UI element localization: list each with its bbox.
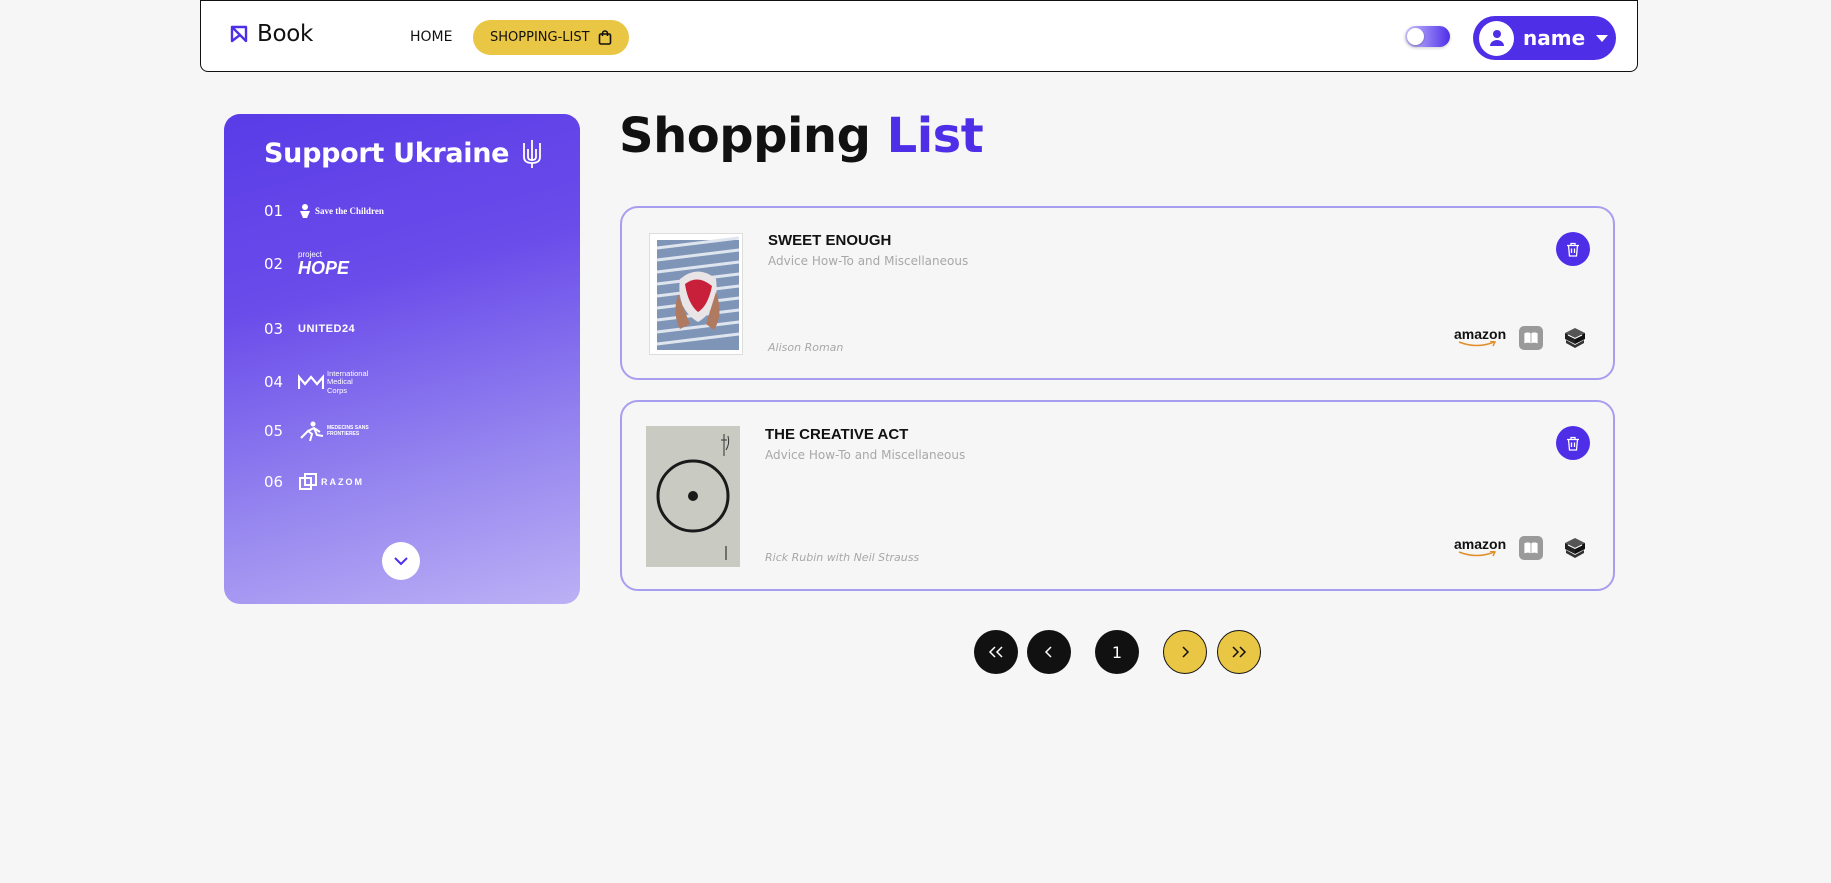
fund-name: HOPE xyxy=(298,258,350,278)
razom-mark-icon xyxy=(299,473,317,490)
user-name: name xyxy=(1523,26,1586,50)
project-hope-logo: project HOPE xyxy=(298,251,350,278)
trash-icon xyxy=(1567,436,1579,451)
user-menu-button[interactable]: name xyxy=(1473,16,1616,60)
toggle-knob xyxy=(1407,28,1424,45)
book-category: Advice How-To and Miscellaneous xyxy=(765,448,966,462)
last-page-button[interactable] xyxy=(1217,630,1261,674)
fund-name: International Medical Corps xyxy=(327,369,369,395)
bookshop-icon xyxy=(1565,328,1585,348)
book-logo-icon xyxy=(230,25,248,43)
scroll-down-button[interactable] xyxy=(382,542,420,580)
bookshop-link[interactable] xyxy=(1562,534,1588,560)
book-cover[interactable] xyxy=(646,426,740,567)
page-title: Shopping List xyxy=(619,108,984,164)
book-card: SWEET ENOUGH Advice How-To and Miscellan… xyxy=(620,206,1615,380)
razom-logo: RAZOM xyxy=(298,472,364,492)
book-category: Advice How-To and Miscellaneous xyxy=(768,254,969,268)
shopping-bag-icon xyxy=(598,30,611,45)
book-card: THE CREATIVE ACT Advice How-To and Misce… xyxy=(620,400,1615,591)
fund-item-project-hope[interactable]: 02 project HOPE xyxy=(264,251,350,278)
imc-mark-icon xyxy=(298,374,324,390)
page-number: 1 xyxy=(1111,642,1123,662)
first-page-button[interactable] xyxy=(974,630,1018,674)
chevron-down-icon xyxy=(394,556,408,565)
bookshop-link[interactable] xyxy=(1562,324,1588,350)
avatar xyxy=(1479,20,1514,56)
book-cover[interactable] xyxy=(649,233,743,355)
logo[interactable]: Book xyxy=(229,21,313,47)
delete-button[interactable] xyxy=(1556,232,1590,266)
apple-books-icon xyxy=(1519,536,1543,560)
fund-item-save-the-children[interactable]: 01 Save the Children xyxy=(264,202,384,220)
book-title: SWEET ENOUGH xyxy=(768,232,892,249)
chevron-left-icon xyxy=(1044,646,1052,658)
fund-name: MEDECINS SANS FRONTIERES xyxy=(327,425,369,437)
fund-number: 06 xyxy=(264,473,284,491)
amazon-logo: amazon xyxy=(1454,326,1507,347)
apple-books-link[interactable] xyxy=(1519,326,1543,350)
prev-page-button[interactable] xyxy=(1027,630,1071,674)
logo-text: Book xyxy=(257,21,314,47)
double-chevron-left-icon xyxy=(988,646,1003,658)
site-header: Book HOME SHOPPING-LIST name xyxy=(200,0,1638,72)
apple-books-icon xyxy=(1519,326,1543,350)
fund-name: Save the Children xyxy=(315,206,384,216)
fund-number: 03 xyxy=(264,320,284,338)
fund-number: 05 xyxy=(264,422,284,440)
support-ukraine-panel: Support Ukraine 01 Save the Children 02 … xyxy=(224,114,580,604)
title-part-2: List xyxy=(886,108,984,164)
fund-item-united24[interactable]: 03 UNITED24 xyxy=(264,320,355,338)
book-author: Rick Rubin with Neil Strauss xyxy=(765,551,920,564)
fund-number: 01 xyxy=(264,202,284,220)
amazon-text: amazon xyxy=(1454,326,1507,342)
nav-shopping-list-link[interactable]: SHOPPING-LIST xyxy=(473,20,629,55)
book-title: THE CREATIVE ACT xyxy=(765,426,909,443)
fund-number: 04 xyxy=(264,373,284,392)
amazon-link[interactable]: amazon xyxy=(1454,326,1507,347)
united24-logo: UNITED24 xyxy=(298,323,355,335)
fund-name: RAZOM xyxy=(321,477,364,487)
theme-toggle[interactable] xyxy=(1405,26,1450,47)
save-the-children-logo: Save the Children xyxy=(298,203,384,219)
nav-shopping-list-label: SHOPPING-LIST xyxy=(490,30,590,45)
next-page-button[interactable] xyxy=(1163,630,1207,674)
book-author: Alison Roman xyxy=(768,341,844,354)
fund-item-international-medical-corps[interactable]: 04 International Medical Corps xyxy=(264,369,373,395)
user-icon xyxy=(1489,30,1504,46)
title-part-1: Shopping xyxy=(619,108,871,164)
fund-item-msf[interactable]: 05 MEDECINS SANS FRONTIERES xyxy=(264,420,375,442)
ukraine-trident-icon xyxy=(523,139,542,168)
amazon-link[interactable]: amazon xyxy=(1454,536,1507,557)
chevron-right-icon xyxy=(1182,646,1190,658)
imc-logo: International Medical Corps xyxy=(298,369,373,395)
delete-button[interactable] xyxy=(1556,426,1590,460)
amazon-smile-icon xyxy=(1458,551,1496,557)
nav-home-link[interactable]: HOME xyxy=(410,29,452,45)
fund-number: 02 xyxy=(264,255,284,273)
support-ukraine-title: Support Ukraine xyxy=(264,138,543,169)
book-cover-image xyxy=(646,426,740,567)
msf-logo: MEDECINS SANS FRONTIERES xyxy=(298,420,375,442)
chevron-down-icon xyxy=(1596,34,1609,42)
apple-books-link[interactable] xyxy=(1519,536,1543,560)
fund-item-razom[interactable]: 06 RAZOM xyxy=(264,472,364,492)
amazon-logo: amazon xyxy=(1454,536,1507,557)
support-title-text: Support Ukraine xyxy=(264,138,510,169)
trash-icon xyxy=(1567,242,1579,257)
book-cover-image xyxy=(656,236,740,350)
child-icon xyxy=(300,204,310,218)
page-button-current[interactable]: 1 xyxy=(1095,630,1139,674)
fund-name: UNITED24 xyxy=(298,323,356,335)
amazon-smile-icon xyxy=(1458,341,1496,347)
amazon-text: amazon xyxy=(1454,536,1507,552)
msf-runner-icon xyxy=(300,421,324,442)
double-chevron-right-icon xyxy=(1232,646,1247,658)
bookshop-icon xyxy=(1565,538,1585,558)
